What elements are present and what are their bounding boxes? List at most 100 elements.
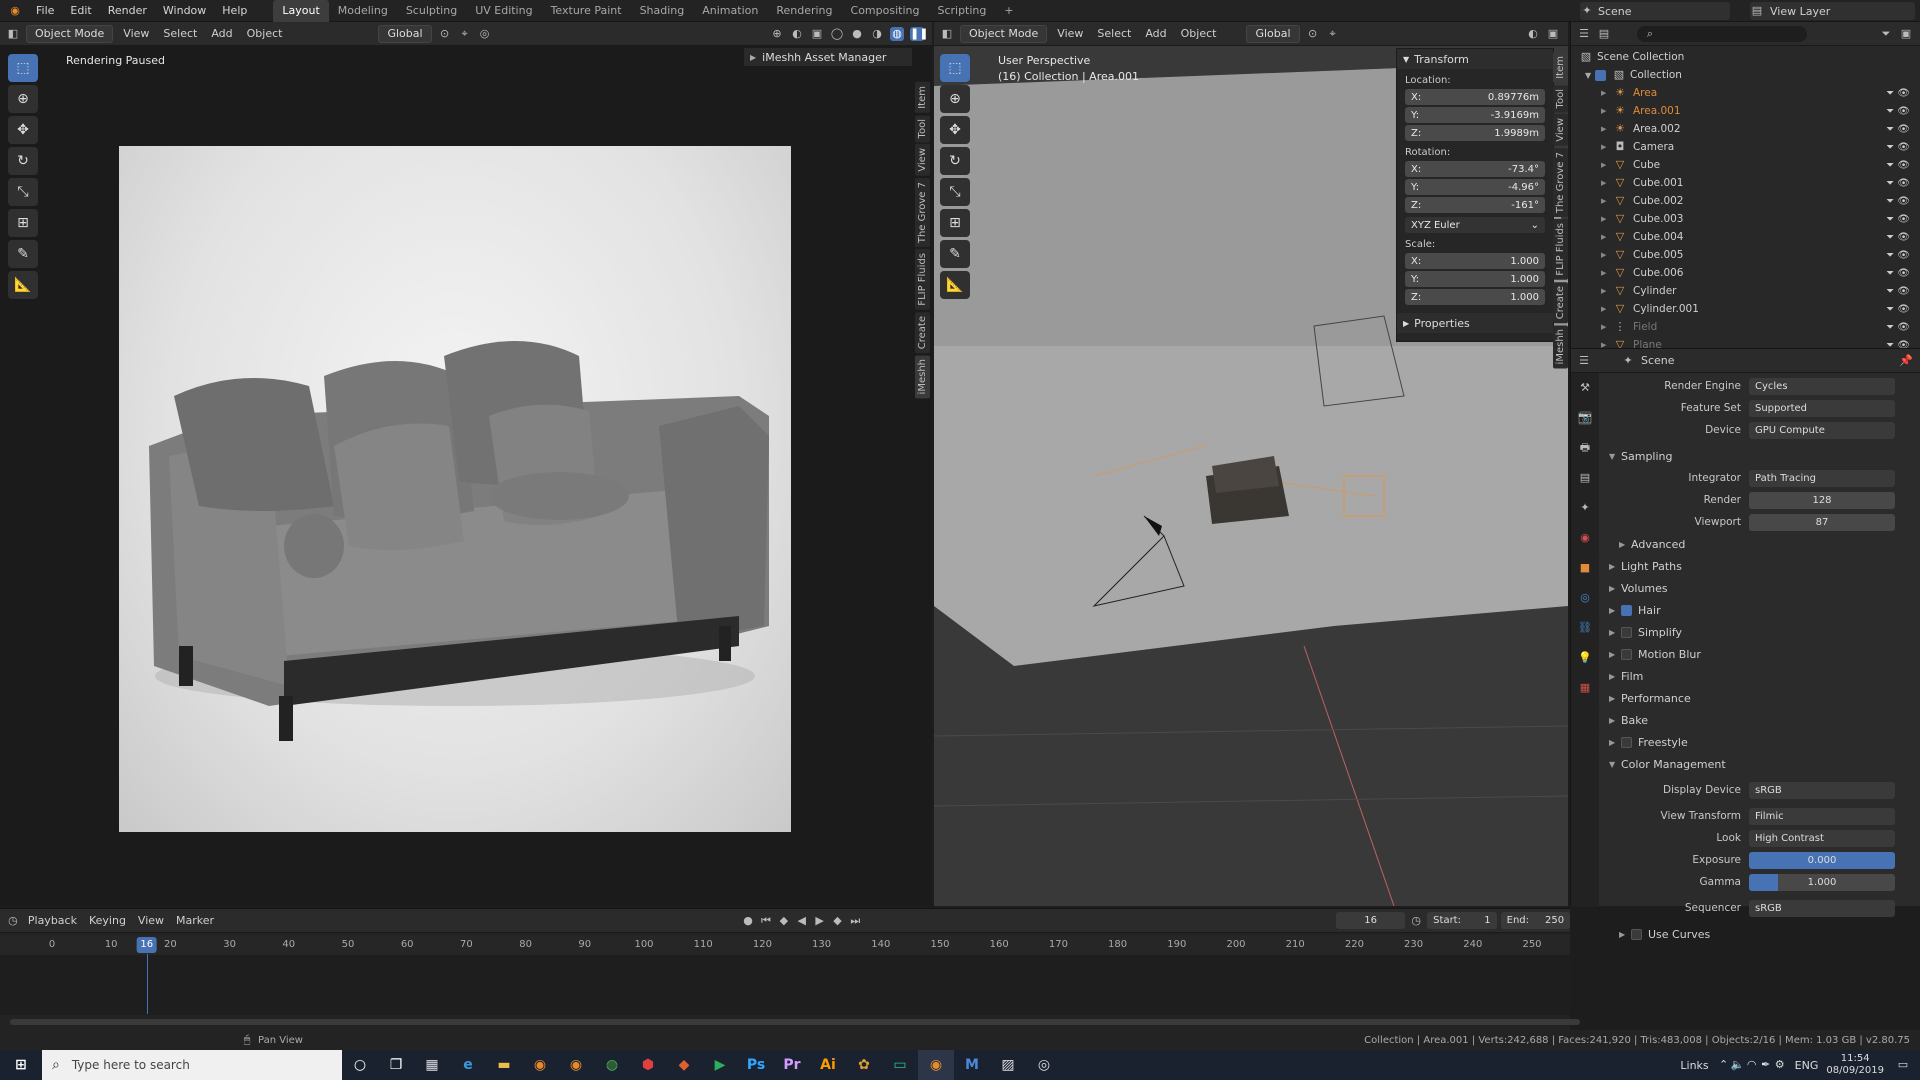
next-keyframe-icon[interactable]: ◆ <box>831 914 845 928</box>
render-engine-dropdown[interactable]: Cycles <box>1749 377 1895 395</box>
expand-arrow-icon[interactable]: ▶ <box>1601 233 1613 241</box>
motion-blur-checkbox[interactable] <box>1621 649 1632 660</box>
tab-tool[interactable]: Tool <box>915 114 930 143</box>
annotate-tool-icon[interactable]: ✎ <box>8 240 38 268</box>
premiere-icon[interactable]: Pr <box>774 1050 810 1080</box>
material-shading-icon[interactable]: ◑ <box>870 27 884 41</box>
bake-section[interactable]: ▶ Bake <box>1599 709 1920 731</box>
object-tab-icon[interactable]: ■ <box>1578 561 1592 575</box>
visibility-eye-icon[interactable]: ⏷ 👁 <box>1886 286 1910 297</box>
blender-app-icon-2[interactable]: ◉ <box>558 1050 594 1080</box>
timeline-ruler[interactable]: 0 10 20 30 40 50 60 70 80 90 100 110 120 130 140 150 160… <box>0 935 1570 955</box>
photoshop-icon[interactable]: Ps <box>738 1050 774 1080</box>
rotation-mode-dropdown[interactable]: XYZ Euler ⌄ <box>1405 217 1545 233</box>
record-icon[interactable]: ● <box>741 914 755 928</box>
tab-animation[interactable]: Animation <box>693 0 767 22</box>
menu-edit[interactable]: Edit <box>62 0 99 22</box>
pivot-icon[interactable]: ⊙ <box>438 27 452 41</box>
jump-end-icon[interactable]: ⏭ <box>848 914 862 928</box>
expand-arrow-icon[interactable]: ▶ <box>1601 143 1613 151</box>
tool-tab-icon[interactable]: ⚒ <box>1578 381 1592 395</box>
visibility-eye-icon[interactable]: ⏷ 👁 <box>1886 88 1910 99</box>
proportional-icon[interactable]: ◎ <box>478 27 492 41</box>
prev-keyframe-icon[interactable]: ◆ <box>777 914 791 928</box>
visibility-eye-icon[interactable]: ⏷ 👁 <box>1886 232 1910 243</box>
viewport-gizmo-icon[interactable]: ⊕ <box>770 27 784 41</box>
tab-view[interactable]: View <box>915 144 930 176</box>
visibility-eye-icon[interactable]: ⏷ 👁 <box>1886 250 1910 261</box>
clock-icon[interactable]: ◷ <box>1409 914 1423 928</box>
scene-tab-icon[interactable]: ✦ <box>1578 501 1592 515</box>
device-dropdown[interactable]: GPU Compute <box>1749 421 1895 439</box>
network-icon[interactable]: ◠ <box>1745 1058 1759 1072</box>
rotation-z-field[interactable]: Z: -161° <box>1405 197 1545 213</box>
output-tab-icon[interactable]: 🖶 <box>1578 441 1592 455</box>
visibility-eye-icon[interactable]: ⏷ 👁 <box>1886 322 1910 333</box>
tab-the-grove[interactable]: The Grove 7 <box>1553 147 1568 218</box>
performance-section[interactable]: ▶ Performance <box>1599 687 1920 709</box>
visibility-eye-icon[interactable]: ⏷ 👁 <box>1886 304 1910 315</box>
move-tool-icon[interactable]: ✥ <box>940 116 970 144</box>
tab-item[interactable]: Item <box>1553 52 1568 83</box>
tab-flip-fluids[interactable]: FLIP Fluids <box>915 249 930 310</box>
pause-render-icon[interactable]: ❚❚ <box>910 26 928 41</box>
hair-section[interactable]: ▶ Hair <box>1599 599 1920 621</box>
tab-shading[interactable]: Shading <box>631 0 694 22</box>
location-y-field[interactable]: Y: -3.9169m <box>1405 107 1545 123</box>
visibility-eye-icon[interactable]: ⏷ 👁 <box>1886 214 1910 225</box>
scale-z-field[interactable]: Z: 1.000 <box>1405 289 1545 305</box>
look-dropdown[interactable]: High Contrast <box>1749 829 1895 847</box>
menu-view[interactable]: View <box>1053 27 1087 40</box>
outliner-row[interactable]: ▶ ▽ Cube.001 ⏷ 👁 <box>1579 174 1920 192</box>
expand-arrow-icon[interactable]: ▶ <box>1601 125 1613 133</box>
app-multicolor-icon[interactable]: ✿ <box>846 1050 882 1080</box>
texture-tab-icon[interactable]: ▦ <box>1578 681 1592 695</box>
transform-panel-header[interactable]: ▼ Transform <box>1397 49 1553 69</box>
light-paths-section[interactable]: ▶ Light Paths <box>1599 555 1920 577</box>
outliner-row[interactable]: ▶ ▽ Cylinder.001 ⏷ 👁 <box>1579 300 1920 318</box>
task-view-icon[interactable]: ❐ <box>378 1050 414 1080</box>
editor-type-icon[interactable]: ◷ <box>6 914 20 928</box>
outliner-row[interactable]: ▶ ◘ Camera ⏷ 👁 <box>1579 138 1920 156</box>
transform-tool-icon[interactable]: ⊞ <box>940 209 970 237</box>
timeline-track[interactable] <box>0 955 1570 1015</box>
app-green-icon[interactable]: ▭ <box>882 1050 918 1080</box>
rotate-tool-icon[interactable]: ↻ <box>8 147 38 175</box>
overlay-icon[interactable]: ◐ <box>790 27 804 41</box>
gamma-slider[interactable]: 1.000 <box>1749 873 1895 891</box>
feature-set-dropdown[interactable]: Supported <box>1749 399 1895 417</box>
new-collection-icon[interactable]: ▣ <box>1899 27 1913 41</box>
pivot-icon[interactable]: ⊙ <box>1306 27 1320 41</box>
expand-arrow-icon[interactable]: ▶ <box>1601 269 1613 277</box>
tab-tool[interactable]: Tool <box>1553 84 1568 113</box>
tab-rendering[interactable]: Rendering <box>767 0 841 22</box>
tab-texture-paint[interactable]: Texture Paint <box>542 0 631 22</box>
menu-keying[interactable]: Keying <box>85 914 130 927</box>
xray-icon[interactable]: ▣ <box>1546 27 1560 41</box>
tab-create[interactable]: Create <box>915 311 930 354</box>
editor-type-icon[interactable]: ◧ <box>940 27 954 41</box>
expand-arrow-icon[interactable]: ▶ <box>1601 251 1613 259</box>
snap-icon[interactable]: ⌖ <box>1326 27 1340 41</box>
outliner-row[interactable]: ▶ ☀ Area ⏷ 👁 <box>1579 84 1920 102</box>
scale-y-field[interactable]: Y: 1.000 <box>1405 271 1545 287</box>
tab-imeshh[interactable]: iMeshh <box>1553 325 1568 369</box>
rotation-x-field[interactable]: X: -73.4° <box>1405 161 1545 177</box>
editor-type-icon[interactable]: ☰ <box>1577 27 1591 41</box>
freestyle-checkbox[interactable] <box>1621 737 1632 748</box>
blender-logo-icon[interactable]: ◉ <box>8 4 22 18</box>
snap-icon[interactable]: ⌖ <box>458 27 472 41</box>
sequencer-dropdown[interactable]: sRGB <box>1749 899 1895 917</box>
sampling-section[interactable]: ▼ Sampling <box>1599 445 1920 467</box>
tab-item[interactable]: Item <box>915 82 930 113</box>
outliner-row[interactable]: ▶ ☀ Area.001 ⏷ 👁 <box>1579 102 1920 120</box>
blender-active-icon[interactable]: ◉ <box>918 1050 954 1080</box>
blender-app-icon[interactable]: ◉ <box>522 1050 558 1080</box>
outliner-row[interactable]: ▶ ⋮ Field ⏷ 👁 <box>1579 318 1920 336</box>
use-curves-subsection[interactable]: ▶ Use Curves <box>1599 923 1920 945</box>
rendered-shading-icon[interactable]: ◍ <box>890 26 904 41</box>
view-transform-dropdown[interactable]: Filmic <box>1749 807 1895 825</box>
render-tab-icon[interactable]: 📷 <box>1578 411 1592 425</box>
expand-arrow-icon[interactable]: ▶ <box>1601 305 1613 313</box>
rotation-y-field[interactable]: Y: -4.96° <box>1405 179 1545 195</box>
